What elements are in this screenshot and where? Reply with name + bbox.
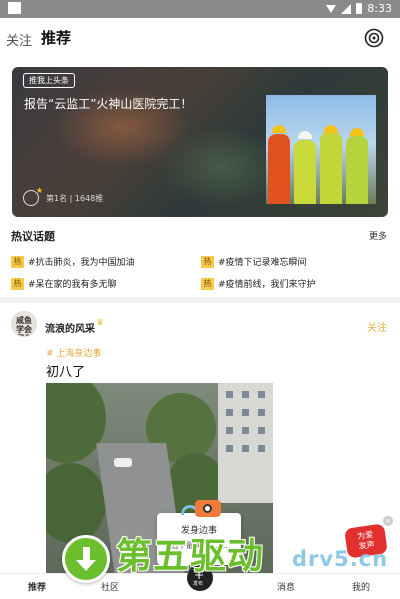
hot-topic-label: #抗击肺炎，我为中国加油 (28, 258, 135, 268)
hot-topic-item[interactable]: 热 #疫情下记录难忘瞬间 (201, 255, 307, 268)
hot-badge: 热 (11, 255, 24, 268)
signal-icon (341, 3, 352, 14)
post-text: 初八了 (46, 365, 86, 380)
hot-topic-label: #呆在家的我有多无聊 (28, 280, 117, 290)
hot-badge: 热 (11, 277, 24, 290)
status-bar: 8:33 (0, 0, 400, 18)
hot-topic-label: #疫情前线，我们来守护 (218, 280, 316, 290)
banner-rank: 第1名 | 1648推 (46, 194, 104, 203)
hot-topics-title: 热议话题 (11, 230, 55, 243)
avatar[interactable]: 咸鱼 学会翻身 藏子 (11, 311, 37, 337)
crown-icon: ★ (35, 186, 43, 195)
banner-image[interactable] (266, 95, 376, 204)
verified-crown-icon: ♛ (96, 318, 105, 328)
hot-topic-item[interactable]: 热 #疫情前线，我们来守护 (201, 277, 316, 290)
hot-topic-label: #疫情下记录难忘瞬间 (218, 258, 307, 268)
wifi-icon (326, 4, 337, 13)
post-topic-tag[interactable]: # 上海身边事 (46, 346, 101, 359)
banner-title[interactable]: 报告“云监工”火神山医院完工！ (24, 95, 192, 112)
tab-recommend[interactable]: 推荐 (41, 27, 71, 48)
hot-badge: 热 (201, 277, 214, 290)
banner-avatar: ★ (23, 186, 43, 206)
popup-title: 发身边事 (180, 526, 217, 536)
banner-tag[interactable]: 推我上头条 (23, 73, 75, 88)
tab-community[interactable]: 社区 (101, 580, 119, 593)
car (114, 458, 132, 467)
camera-icon (195, 500, 221, 517)
top-nav: 关注 推荐 (0, 18, 400, 58)
popup-subtitle: 拍下最美瞬... ... (170, 541, 228, 550)
publish-button[interactable]: + 发布 (187, 565, 213, 591)
battery-icon (356, 3, 363, 14)
headline-banner[interactable]: 推我上头条 报告“云监工”火神山医院完工！ ★ 第1名 | 1648推 (12, 67, 388, 217)
notification-icon (8, 2, 21, 14)
section-divider (0, 297, 400, 303)
hot-topics-more[interactable]: 更多 (369, 229, 387, 242)
avatar-text: 咸鱼 学会翻身 藏子 (16, 316, 32, 336)
publish-label: 发布 (193, 581, 204, 587)
tab-mine[interactable]: 我的 (352, 580, 370, 593)
hot-topic-item[interactable]: 热 #呆在家的我有多无聊 (11, 277, 117, 290)
hot-topic-item[interactable]: 热 #抗击肺炎，我为中国加油 (11, 255, 135, 268)
tab-messages[interactable]: 消息 (277, 580, 295, 593)
tab-home[interactable]: 推荐 (28, 580, 46, 593)
status-time: 8:33 (367, 2, 392, 15)
target-icon[interactable] (364, 28, 384, 48)
campaign-badge[interactable]: 为爱 发声 (344, 523, 388, 559)
publish-popup[interactable]: 发身边事 拍下最美瞬... ... (157, 500, 241, 565)
close-icon[interactable]: × (383, 516, 393, 526)
tab-follow[interactable]: 关注 (6, 30, 32, 49)
hot-badge: 热 (201, 255, 214, 268)
follow-button[interactable]: 关注 (367, 319, 387, 334)
post-username[interactable]: 流浪的风采 (45, 320, 95, 335)
